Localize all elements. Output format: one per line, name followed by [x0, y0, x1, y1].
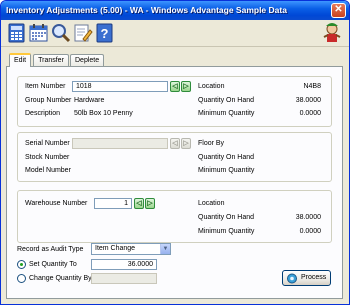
item-number-input[interactable]: 1018 — [72, 81, 168, 92]
qty-on-hand-value: 38.0000 — [295, 97, 321, 104]
serial-number-label: Serial Number — [25, 140, 70, 147]
description-value: 50lb Box 10 Penny — [74, 110, 133, 117]
warehouse-qty-on-hand-value: 38.0000 — [295, 214, 321, 221]
audit-type-label: Record as Audit Type — [17, 246, 84, 253]
set-quantity-input[interactable]: 36.0000 — [91, 259, 157, 270]
set-quantity-label: Set Quantity To — [29, 261, 77, 268]
title-bar[interactable]: Inventory Adjustments (5.00) - WA - Wind… — [1, 1, 349, 20]
serial-group: Serial Number ◁ ▷ Stock Number Model Num… — [17, 132, 332, 182]
warehouse-group: Warehouse Number 1 ◁ ▷ Location Quantity… — [17, 190, 332, 243]
audit-type-value: Item Change — [95, 245, 136, 252]
warehouse-number-label: Warehouse Number — [25, 200, 88, 207]
change-quantity-radio[interactable] — [17, 274, 26, 283]
process-button[interactable]: Process — [282, 270, 331, 286]
description-label: Description — [25, 110, 61, 117]
prev-serial-button[interactable]: ◁ — [170, 138, 180, 149]
stock-number-label: Stock Number — [25, 154, 70, 161]
help-glyph: ? — [101, 26, 109, 41]
calendar-icon[interactable] — [28, 22, 49, 44]
set-quantity-radio[interactable] — [17, 260, 26, 269]
audit-type-select[interactable]: Item Change ▼ — [91, 243, 171, 255]
toolbar: ? — [1, 20, 349, 47]
serial-qty-on-hand-label: Quantity On Hand — [198, 154, 255, 161]
serial-number-input[interactable] — [72, 138, 168, 149]
window-title: Inventory Adjustments (5.00) - WA - Wind… — [6, 5, 287, 15]
group-number-label: Group Number — [25, 97, 72, 104]
prev-warehouse-button[interactable]: ◁ — [134, 198, 144, 209]
min-qty-value: 0.0000 — [299, 110, 321, 117]
tab-transfer[interactable]: Transfer — [33, 54, 69, 66]
inventory-adjustments-window: Inventory Adjustments (5.00) - WA - Wind… — [0, 0, 350, 305]
item-group: Item Number 1018 ◁ ▷ Group Number Hardwa… — [17, 76, 332, 127]
search-icon[interactable] — [50, 22, 71, 44]
process-label: Process — [301, 274, 327, 281]
floor-by-label: Floor By — [198, 140, 225, 147]
change-quantity-label: Change Quantity By — [29, 275, 92, 282]
tab-edit[interactable]: Edit — [9, 53, 31, 67]
edit-panel: Item Number 1018 ◁ ▷ Group Number Hardwa… — [6, 66, 343, 299]
next-warehouse-button[interactable]: ▷ — [145, 198, 155, 209]
warehouse-min-qty-value: 0.0000 — [299, 228, 321, 235]
close-button[interactable]: ✕ — [331, 3, 346, 18]
group-number-value: Hardware — [74, 97, 105, 104]
tab-deplete[interactable]: Deplete — [70, 54, 104, 66]
serial-min-qty-label: Minimum Quantity — [198, 167, 255, 174]
prev-item-button[interactable]: ◁ — [170, 81, 180, 92]
mascot-logo — [321, 21, 343, 45]
help-icon[interactable]: ? — [94, 22, 115, 44]
qty-on-hand-label: Quantity On Hand — [198, 97, 255, 104]
warehouse-qty-on-hand-label: Quantity On Hand — [198, 214, 255, 221]
change-quantity-input[interactable] — [91, 273, 157, 284]
gear-icon — [286, 273, 298, 284]
calculator-icon[interactable] — [6, 22, 27, 44]
warehouse-number-input[interactable]: 1 — [94, 198, 132, 209]
warehouse-location-label: Location — [198, 200, 225, 207]
next-serial-button[interactable]: ▷ — [181, 138, 191, 149]
location-value: N4B8 — [303, 83, 321, 90]
item-number-label: Item Number — [25, 83, 66, 90]
model-number-label: Model Number — [25, 167, 71, 174]
warehouse-min-qty-label: Minimum Quantity — [198, 228, 255, 235]
chevron-down-icon[interactable]: ▼ — [160, 244, 170, 254]
next-item-button[interactable]: ▷ — [181, 81, 191, 92]
location-label: Location — [198, 83, 225, 90]
min-qty-label: Minimum Quantity — [198, 110, 255, 117]
edit-notes-icon[interactable] — [72, 22, 93, 44]
